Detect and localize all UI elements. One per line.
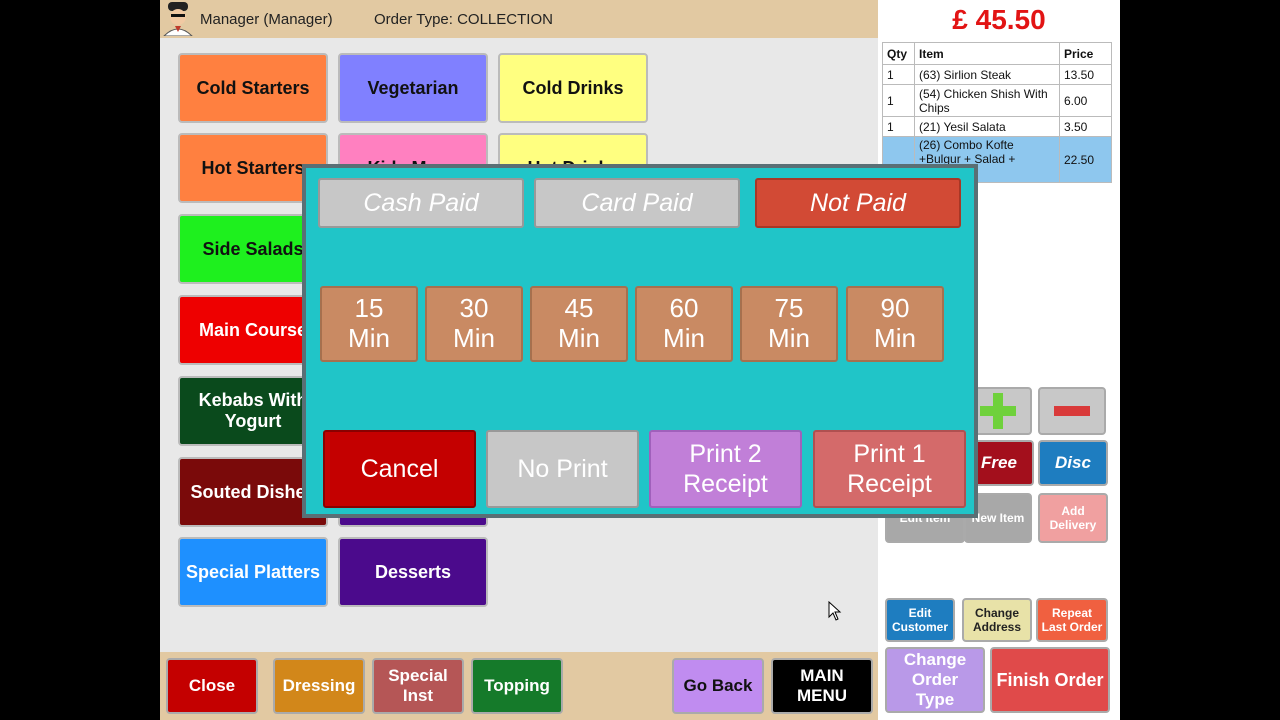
finish-order-button[interactable]: Finish Order [990,647,1110,713]
category-vegetarian[interactable]: Vegetarian [338,53,488,123]
special-inst-button[interactable]: Special Inst [372,658,464,714]
order-row-price: 6.00 [1059,84,1112,117]
order-row-price: 22.50 [1059,136,1112,183]
cancel-button[interactable]: Cancel [323,430,476,508]
minutes-value: 30 [459,293,489,323]
order-row-price: 3.50 [1059,116,1112,137]
change-order-type-button[interactable]: Change Order Type [885,647,985,713]
print-2-receipt-button[interactable]: Print 2 Receipt [649,430,802,508]
repeat-last-order-button[interactable]: Repeat Last Order [1036,598,1108,642]
not-paid-button[interactable]: Not Paid [755,178,961,228]
minutes-75-button[interactable]: 75 Min [740,286,838,362]
cash-paid-button[interactable]: Cash Paid [318,178,524,228]
order-table: Qty Item Price 1 (63) Sirlion Steak 13.5… [882,42,1112,183]
order-total: £ 45.50 [952,4,1046,35]
order-row-qty: 1 [882,116,915,137]
order-row-qty: 1 [882,64,915,85]
category-cold-drinks[interactable]: Cold Drinks [498,53,648,123]
close-button[interactable]: Close [166,658,258,714]
order-row-qty: 1 [882,84,915,117]
change-address-button[interactable]: Change Address [962,598,1032,642]
go-back-button[interactable]: Go Back [672,658,764,714]
chef-avatar-icon [163,2,193,36]
add-delivery-button[interactable]: Add Delivery [1038,493,1108,543]
dressing-button[interactable]: Dressing [273,658,365,714]
mouse-pointer-icon [828,600,842,626]
plus-icon [980,393,1016,429]
main-menu-button[interactable]: MAIN MENU [771,658,873,714]
minutes-unit: Min [348,323,390,353]
minutes-value: 75 [774,293,804,323]
minutes-value: 60 [669,293,699,323]
column-header-item: Item [914,42,1060,65]
column-header-price: Price [1059,42,1112,65]
minutes-unit: Min [874,323,916,353]
minutes-unit: Min [558,323,600,353]
minus-icon [1054,406,1090,416]
no-print-button[interactable]: No Print [486,430,639,508]
order-row-item: (63) Sirlion Steak [914,64,1060,85]
order-row-price: 13.50 [1059,64,1112,85]
top-bar: Manager (Manager) Order Type: COLLECTION [160,0,878,38]
minutes-90-button[interactable]: 90 Min [846,286,944,362]
user-label: Manager (Manager) [200,11,333,28]
disc-button[interactable]: Disc [1038,440,1108,486]
column-header-qty: Qty [882,42,915,65]
category-desserts[interactable]: Desserts [338,537,488,607]
decrease-qty-button[interactable] [1038,387,1106,435]
order-row-item: (54) Chicken Shish With Chips [914,84,1060,117]
minutes-unit: Min [768,323,810,353]
minutes-value: 90 [880,293,910,323]
edit-customer-button[interactable]: Edit Customer [885,598,955,642]
topping-button[interactable]: Topping [471,658,563,714]
category-cold-starters[interactable]: Cold Starters [178,53,328,123]
order-row-item: (21) Yesil Salata [914,116,1060,137]
minutes-30-button[interactable]: 30 Min [425,286,523,362]
minutes-value: 15 [354,293,384,323]
minutes-unit: Min [663,323,705,353]
minutes-unit: Min [453,323,495,353]
category-special-platters[interactable]: Special Platters [178,537,328,607]
minutes-45-button[interactable]: 45 Min [530,286,628,362]
order-row[interactable]: 1 (54) Chicken Shish With Chips 6.00 [882,84,1112,117]
minutes-value: 45 [564,293,594,323]
minutes-60-button[interactable]: 60 Min [635,286,733,362]
order-type-label: Order Type: COLLECTION [374,11,553,28]
bottom-bar: Close Dressing Special Inst Topping Go B… [160,652,878,720]
pos-screen: Manager (Manager) Order Type: COLLECTION… [160,0,1120,720]
order-row[interactable]: 1 (63) Sirlion Steak 13.50 [882,64,1112,85]
card-paid-button[interactable]: Card Paid [534,178,740,228]
print-1-receipt-button[interactable]: Print 1 Receipt [813,430,966,508]
minutes-15-button[interactable]: 15 Min [320,286,418,362]
order-row[interactable]: 1 (21) Yesil Salata 3.50 [882,116,1112,137]
payment-dialog: Cash Paid Card Paid Not Paid 15 Min 30 M… [302,164,978,518]
